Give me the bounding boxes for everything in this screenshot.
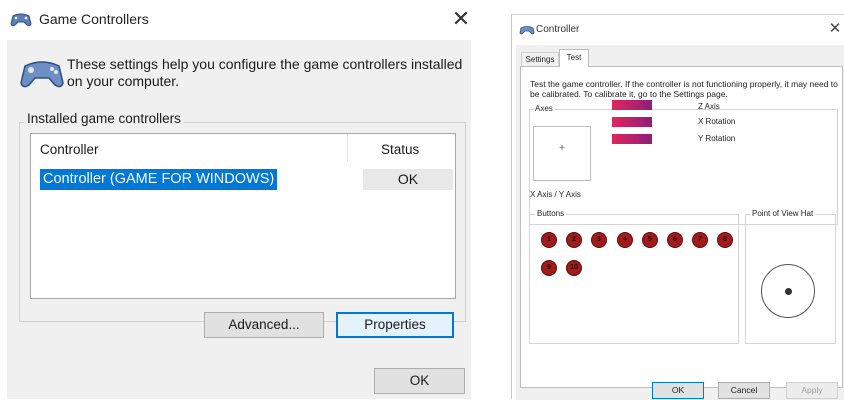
column-header-controller[interactable]: Controller [40,142,99,157]
buttons-group [529,214,739,344]
gamepad-icon [20,61,64,88]
properties-button[interactable]: Properties [336,312,454,338]
controller-properties-dialog: Controller ✕ Settings Test Test the game… [511,14,844,400]
window-title: Controller [536,24,580,35]
point-of-view-hat-label: Point of View Hat [750,209,816,218]
close-icon[interactable]: ✕ [450,6,472,32]
apply-button[interactable]: Apply [786,382,838,399]
controller-name[interactable]: Controller (GAME FOR WINDOWS) [40,169,278,190]
z-axis-label: Z Axis [698,102,720,111]
controller-button-8: 8 [717,232,733,248]
controllers-list[interactable]: Controller Status Controller (GAME FOR W… [30,133,456,299]
xy-axis-label: X Axis / Y Axis [530,190,581,199]
x-rotation-bar [612,117,652,127]
tab-settings[interactable]: Settings [521,52,559,66]
controller-button-7: 7 [692,232,708,248]
test-description: Test the game controller. If the control… [530,79,838,99]
pov-hat-dot [785,288,792,295]
controller-button-4: 4 [617,232,633,248]
column-divider[interactable] [347,134,348,162]
xy-axis-box: + [533,126,591,181]
axes-label: Axes [533,104,555,113]
controller-button-6: 6 [667,232,683,248]
group-label: Installed game controllers [24,111,184,126]
controller-status[interactable]: OK [363,169,453,190]
dialog-body: Settings Test Test the game controller. … [516,45,844,400]
cancel-button[interactable]: Cancel [718,382,770,399]
crosshair-icon: + [559,143,565,154]
close-icon[interactable]: ✕ [828,20,842,38]
dialog-body: These settings help you configure the ga… [7,40,471,399]
controller-button-5: 5 [642,232,658,248]
x-rotation-label: X Rotation [698,117,736,126]
controller-button-3: 3 [591,232,607,248]
z-axis-bar [612,100,652,110]
gamepad-icon [519,26,535,35]
controller-button-2: 2 [566,232,582,248]
gamepad-icon [10,13,32,27]
controller-button-9: 9 [541,260,557,276]
controller-button-1: 1 [541,232,557,248]
test-tab-panel: Test the game controller. If the control… [520,66,843,388]
tab-test[interactable]: Test [559,49,589,67]
advanced-button[interactable]: Advanced... [204,312,324,338]
buttons-label: Buttons [535,209,567,218]
y-rotation-label: Y Rotation [698,134,736,143]
game-controllers-dialog: Game Controllers ✕ These settings help y… [0,0,478,399]
y-rotation-bar [612,134,652,144]
description-text: These settings help you configure the ga… [67,56,463,89]
ok-button[interactable]: OK [374,368,465,394]
window-title: Game Controllers [39,11,149,27]
ok-button[interactable]: OK [652,382,704,399]
title-bar: Game Controllers ✕ [0,0,478,40]
controller-button-10: 10 [566,260,582,276]
column-header-status[interactable]: Status [381,142,419,157]
pov-hat-indicator [761,264,815,318]
